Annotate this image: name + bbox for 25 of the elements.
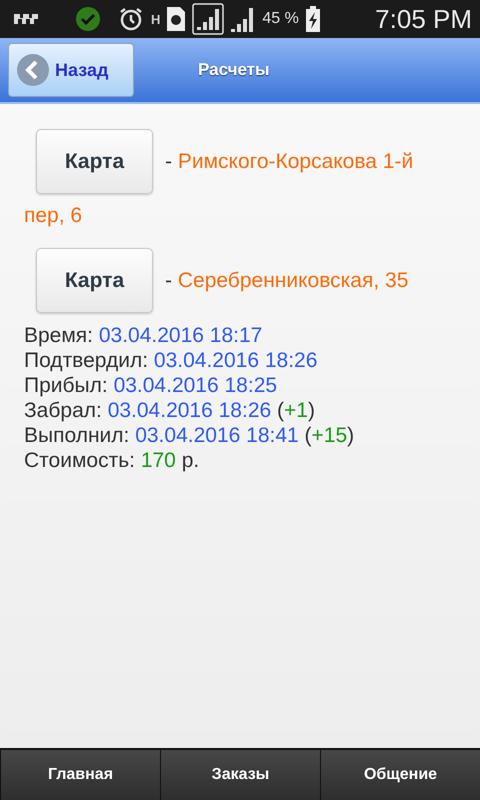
address-text: пер, 6	[24, 203, 82, 229]
check-icon	[75, 6, 101, 32]
detail-line: Прибыл: 03.04.2016 18:25	[24, 373, 278, 398]
network-type: H	[151, 12, 160, 26]
nav-tab[interactable]: Общение	[320, 750, 480, 800]
detail-line: Стоимость: 170 р.	[24, 448, 200, 473]
signal-icon	[231, 6, 256, 32]
address-text: - Серебренниковская, 35	[165, 268, 408, 294]
nav-tab[interactable]: Заказы	[160, 750, 320, 800]
detail-line: Выполнил: 03.04.2016 18:41 (+15)	[24, 423, 356, 448]
back-button[interactable]: Назад	[8, 43, 134, 97]
alarm-icon	[118, 6, 144, 32]
battery-percent: 45 %	[262, 10, 299, 28]
detail-line: Забрал: 03.04.2016 18:26 (+1)	[24, 398, 316, 423]
signal-icon	[192, 3, 224, 35]
map-button[interactable]: Карта	[36, 248, 153, 313]
detail-line: Время: 03.04.2016 18:17	[24, 323, 264, 348]
map-button[interactable]: Карта	[36, 129, 153, 194]
page-title: Расчеты	[198, 60, 270, 80]
nav-tab[interactable]: Главная	[0, 750, 160, 800]
app-icon	[14, 14, 40, 24]
clock: 7:05 PM	[375, 4, 472, 34]
battery-icon	[306, 6, 320, 32]
detail-line: Подтвердил: 03.04.2016 18:26	[24, 348, 318, 373]
address-text: - Римского-Корсакова 1-й	[165, 148, 414, 174]
